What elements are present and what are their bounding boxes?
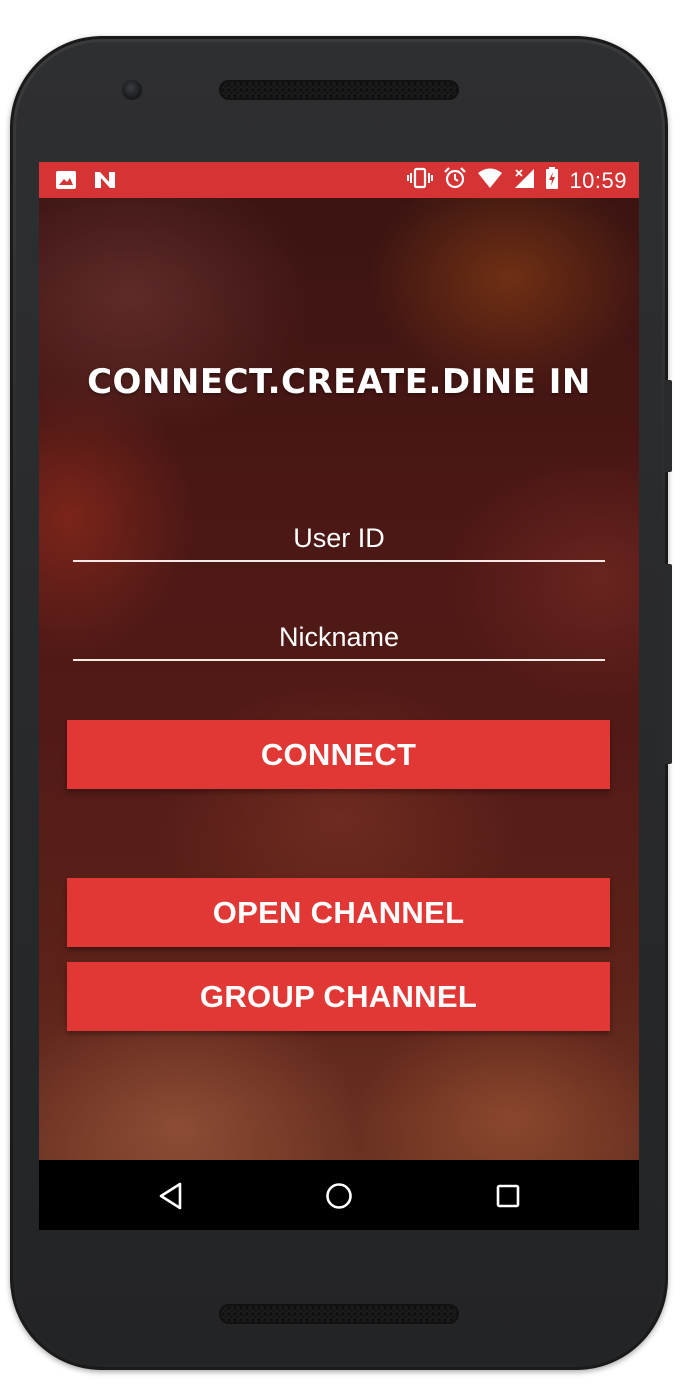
home-icon[interactable]: [321, 1178, 357, 1214]
power-button: [664, 564, 672, 764]
battery-charging-icon: [545, 166, 559, 195]
bottom-speaker-grille: [219, 1304, 459, 1324]
image-icon: [55, 170, 77, 195]
volume-button: [664, 380, 672, 472]
login-screen: CONNECT.CREATE.DINE IN CONNECT OPEN CHAN…: [39, 198, 639, 1160]
status-bar: 10:59: [39, 162, 639, 198]
status-clock: 10:59: [569, 167, 627, 193]
group-channel-button[interactable]: GROUP CHANNEL: [67, 962, 610, 1031]
user-id-field[interactable]: [73, 516, 605, 562]
back-icon[interactable]: [153, 1178, 189, 1214]
recents-icon[interactable]: [490, 1178, 526, 1214]
navigation-bar: [39, 1160, 639, 1230]
n-notification-icon: [93, 170, 117, 195]
vibrate-icon: [407, 167, 434, 194]
phone-screen: 10:59 CONNECT.CREATE.DINE IN CONNECT OPE…: [39, 162, 639, 1230]
open-channel-button[interactable]: OPEN CHANNEL: [67, 878, 610, 947]
signal-icon: [513, 167, 535, 194]
wifi-icon: [477, 167, 503, 194]
front-camera: [122, 80, 142, 100]
alarm-icon: [443, 166, 467, 195]
nickname-input[interactable]: [73, 615, 605, 659]
user-id-input[interactable]: [73, 516, 605, 560]
app-title: CONNECT.CREATE.DINE IN: [87, 362, 591, 402]
connect-button[interactable]: CONNECT: [67, 720, 610, 789]
nickname-field[interactable]: [73, 615, 605, 661]
top-speaker-grille: [219, 80, 459, 100]
